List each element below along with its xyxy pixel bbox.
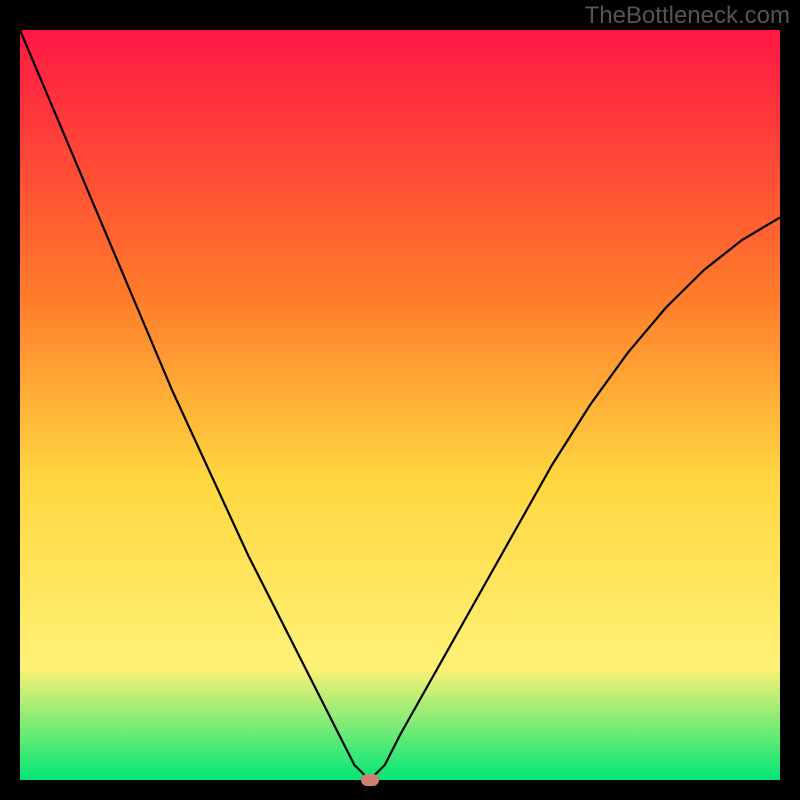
watermark-text: TheBottleneck.com (585, 2, 790, 30)
minimum-marker (361, 774, 379, 786)
curve-line (20, 30, 780, 780)
plot-area (20, 30, 780, 780)
chart-container: TheBottleneck.com (0, 0, 800, 800)
